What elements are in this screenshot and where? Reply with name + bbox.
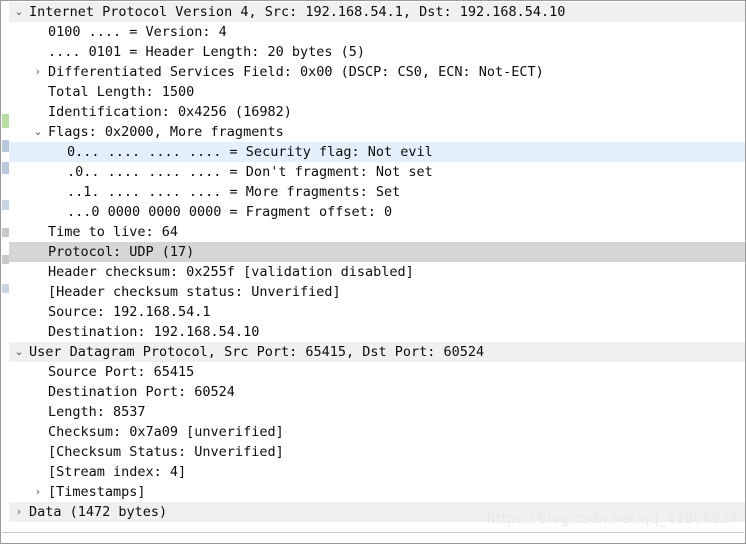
tree-item-label: Header checksum: 0x255f [validation disa… — [48, 264, 414, 280]
tree-item-label: 0... .... .... .... = Security flag: Not… — [67, 144, 433, 160]
packet-list-color-segment — [2, 284, 9, 293]
tree-item-ttl[interactable]: Time to live: 64 — [9, 222, 745, 242]
tree-item-version[interactable]: 0100 .... = Version: 4 — [9, 22, 745, 42]
packet-list-color-segment — [2, 255, 9, 264]
tree-item-flags[interactable]: ⌄ Flags: 0x2000, More fragments — [9, 122, 745, 142]
packet-list-color-segment — [2, 237, 9, 255]
tree-item-label: Flags: 0x2000, More fragments — [48, 124, 284, 140]
chevron-down-icon[interactable]: ⌄ — [12, 342, 26, 362]
tree-item-label: Internet Protocol Version 4, Src: 192.16… — [29, 4, 566, 20]
tree-item-label: Destination Port: 60524 — [48, 384, 235, 400]
tree-item-dsfield[interactable]: › Differentiated Services Field: 0x00 (DS… — [9, 62, 745, 82]
tree-item-destination-port[interactable]: Destination Port: 60524 — [9, 382, 745, 402]
packet-list-color-segment — [2, 128, 9, 140]
tree-item-label: ...0 0000 0000 0000 = Fragment offset: 0 — [67, 204, 393, 220]
tree-item-header-length[interactable]: .... 0101 = Header Length: 20 bytes (5) — [9, 42, 745, 62]
chevron-down-icon[interactable]: ⌄ — [31, 122, 45, 142]
packet-list-color-segment — [2, 293, 9, 543]
tree-item-stream-index[interactable]: [Stream index: 4] — [9, 462, 745, 482]
tree-item-destination-address[interactable]: Destination: 192.168.54.10 — [9, 322, 745, 342]
tree-item-label: Length: 8537 — [48, 404, 146, 420]
tree-item-header-checksum-status[interactable]: [Header checksum status: Unverified] — [9, 282, 745, 302]
tree-item-udp[interactable]: ⌄ User Datagram Protocol, Src Port: 65415… — [9, 342, 745, 362]
tree-item-label: User Datagram Protocol, Src Port: 65415,… — [29, 344, 485, 360]
packet-list-color-segment — [2, 264, 9, 284]
packet-list-color-segment — [2, 152, 9, 162]
protocol-tree[interactable]: ⌄ Internet Protocol Version 4, Src: 192.1… — [9, 2, 745, 543]
tree-item-dont-fragment[interactable]: .0.. .... .... .... = Don't fragment: No… — [9, 162, 745, 182]
tree-item-label: Data (1472 bytes) — [29, 504, 168, 520]
tree-item-label: Total Length: 1500 — [48, 84, 195, 100]
tree-item-label: 0100 .... = Version: 4 — [48, 24, 227, 40]
tree-item-label: .... 0101 = Header Length: 20 bytes (5) — [48, 44, 365, 60]
packet-list-color-segment — [2, 2, 9, 114]
adjacent-packet-list-sliver — [2, 2, 9, 543]
packet-list-color-segment — [2, 228, 9, 237]
tree-item-label: Source Port: 65415 — [48, 364, 195, 380]
packet-list-color-segment — [2, 140, 9, 152]
chevron-down-icon[interactable]: ⌄ — [12, 2, 26, 22]
tree-item-label: [Stream index: 4] — [48, 464, 187, 480]
packet-list-color-segment — [2, 174, 9, 200]
chevron-right-icon[interactable]: › — [31, 62, 45, 82]
packet-details-pane[interactable]: ⌄ Internet Protocol Version 4, Src: 192.1… — [0, 0, 746, 544]
tree-item-header-checksum[interactable]: Header checksum: 0x255f [validation disa… — [9, 262, 745, 282]
tree-item-label: Time to live: 64 — [48, 224, 179, 240]
tree-item-label: .0.. .... .... .... = Don't fragment: No… — [67, 164, 433, 180]
tree-item-more-fragments[interactable]: ..1. .... .... .... = More fragments: Se… — [9, 182, 745, 202]
tree-item-identification[interactable]: Identification: 0x4256 (16982) — [9, 102, 745, 122]
tree-item-udp-length[interactable]: Length: 8537 — [9, 402, 745, 422]
packet-list-color-segment — [2, 210, 9, 228]
tree-item-total-length[interactable]: Total Length: 1500 — [9, 82, 745, 102]
tree-item-timestamps[interactable]: › [Timestamps] — [9, 482, 745, 502]
tree-item-fragment-offset[interactable]: ...0 0000 0000 0000 = Fragment offset: 0 — [9, 202, 745, 222]
tree-item-label: ..1. .... .... .... = More fragments: Se… — [67, 184, 401, 200]
tree-item-udp-checksum-status[interactable]: [Checksum Status: Unverified] — [9, 442, 745, 462]
tree-item-ipv4[interactable]: ⌄ Internet Protocol Version 4, Src: 192.1… — [9, 2, 745, 22]
chevron-right-icon[interactable]: › — [31, 482, 45, 502]
packet-list-color-segment — [2, 200, 9, 210]
tree-item-udp-checksum[interactable]: Checksum: 0x7a09 [unverified] — [9, 422, 745, 442]
chevron-right-icon[interactable]: › — [12, 502, 26, 522]
tree-item-label: Source: 192.168.54.1 — [48, 304, 211, 320]
tree-item-source-port[interactable]: Source Port: 65415 — [9, 362, 745, 382]
tree-item-source-address[interactable]: Source: 192.168.54.1 — [9, 302, 745, 322]
tree-item-label: Identification: 0x4256 (16982) — [48, 104, 292, 120]
tree-item-label: [Header checksum status: Unverified] — [48, 284, 341, 300]
tree-item-label: Protocol: UDP (17) — [48, 244, 195, 260]
tree-item-label: Differentiated Services Field: 0x00 (DSC… — [48, 64, 544, 80]
tree-item-data[interactable]: › Data (1472 bytes) — [9, 502, 745, 522]
tree-item-label: Checksum: 0x7a09 [unverified] — [48, 424, 284, 440]
packet-list-color-segment — [2, 162, 9, 174]
packet-list-color-segment — [2, 114, 9, 128]
tree-item-label: [Timestamps] — [48, 484, 146, 500]
pane-bottom-divider — [2, 532, 744, 533]
tree-item-label: [Checksum Status: Unverified] — [48, 444, 284, 460]
tree-item-protocol[interactable]: Protocol: UDP (17) — [9, 242, 745, 262]
tree-item-security-flag[interactable]: 0... .... .... .... = Security flag: Not… — [9, 142, 745, 162]
tree-item-label: Destination: 192.168.54.10 — [48, 324, 260, 340]
